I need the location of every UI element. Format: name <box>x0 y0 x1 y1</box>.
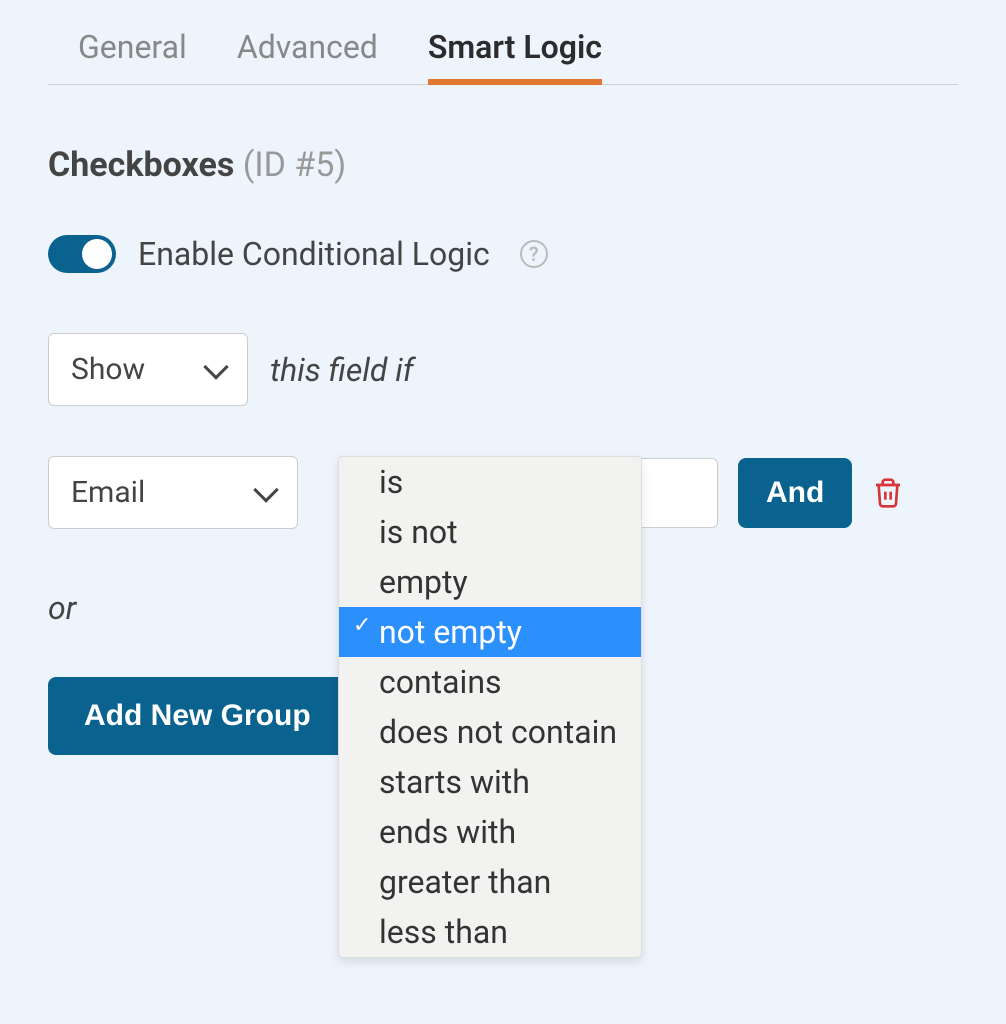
operator-option-contains[interactable]: contains <box>339 657 641 707</box>
operator-option-greater-than[interactable]: greater than <box>339 857 641 907</box>
operator-option-is[interactable]: is <box>339 457 641 507</box>
enable-logic-toggle[interactable] <box>48 235 116 273</box>
field-select[interactable]: Email <box>48 456 298 529</box>
tabs-bar: General Advanced Smart Logic <box>48 0 958 85</box>
show-hide-value: Show <box>71 352 145 387</box>
and-button[interactable]: And <box>738 458 852 528</box>
operator-option-starts-with[interactable]: starts with <box>339 757 641 807</box>
operator-option-empty[interactable]: empty <box>339 557 641 607</box>
enable-logic-label: Enable Conditional Logic <box>138 235 490 273</box>
show-hide-select[interactable]: Show <box>48 333 248 406</box>
condition-row: Email And is is not empty not empty cont… <box>48 456 958 529</box>
section-title: Checkboxes (ID #5) <box>48 145 958 185</box>
tab-smart-logic[interactable]: Smart Logic <box>428 28 602 84</box>
field-id-label: (ID #5) <box>243 145 347 185</box>
toggle-knob <box>82 239 112 269</box>
operator-dropdown[interactable]: is is not empty not empty contains does … <box>338 456 642 958</box>
chevron-down-icon <box>253 477 278 502</box>
add-new-group-button[interactable]: Add New Group <box>48 677 347 755</box>
field-select-value: Email <box>71 475 145 510</box>
operator-option-not-empty[interactable]: not empty <box>339 607 641 657</box>
operator-option-is-not[interactable]: is not <box>339 507 641 557</box>
field-type-label: Checkboxes <box>48 145 234 185</box>
show-hide-suffix: this field if <box>270 351 414 389</box>
help-icon[interactable]: ? <box>520 240 548 268</box>
operator-option-does-not-contain[interactable]: does not contain <box>339 707 641 757</box>
trash-icon[interactable] <box>872 477 904 509</box>
operator-option-ends-with[interactable]: ends with <box>339 807 641 857</box>
show-hide-row: Show this field if <box>48 333 958 406</box>
tab-advanced[interactable]: Advanced <box>237 28 378 84</box>
operator-option-less-than[interactable]: less than <box>339 907 641 957</box>
chevron-down-icon <box>203 354 228 379</box>
tab-general[interactable]: General <box>78 28 187 84</box>
enable-logic-row: Enable Conditional Logic ? <box>48 235 958 273</box>
